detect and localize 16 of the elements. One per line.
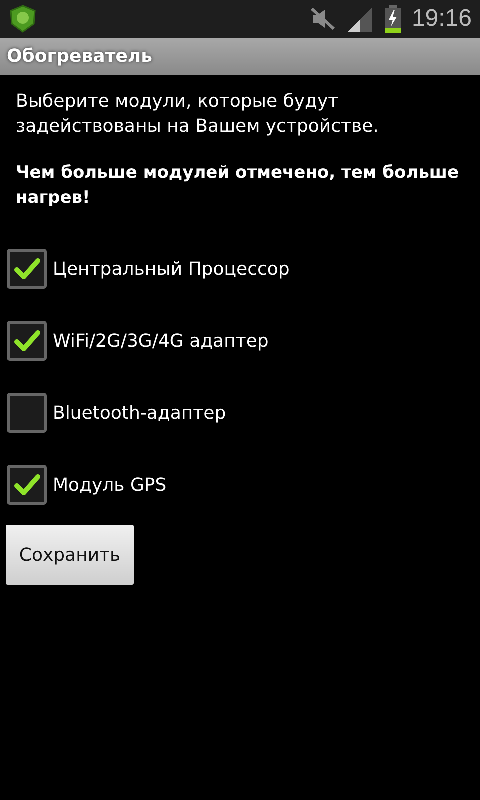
status-time: 19:16 <box>412 5 472 33</box>
checkbox[interactable] <box>7 393 47 433</box>
checkbox-label: Bluetooth-адаптер <box>53 402 226 424</box>
checkbox-label: Центральный Процессор <box>53 258 290 280</box>
checkbox-label: Модуль GPS <box>53 474 167 496</box>
warning-text: Чем больше модулей отмечено, тем больше нагрев! <box>16 162 460 210</box>
save-button[interactable]: Сохранить <box>6 525 134 585</box>
mute-icon <box>310 7 336 31</box>
checkbox[interactable] <box>7 465 47 505</box>
app-icon <box>8 4 38 34</box>
window-title: Обогреватель <box>7 46 152 67</box>
checkbox[interactable] <box>7 249 47 289</box>
checkbox-label: WiFi/2G/3G/4G адаптер <box>53 330 269 352</box>
intro-text: Выберите модули, которые будут задействованы на Вашем устройстве. <box>16 90 380 139</box>
checkbox[interactable] <box>7 321 47 361</box>
battery-icon <box>384 5 402 33</box>
